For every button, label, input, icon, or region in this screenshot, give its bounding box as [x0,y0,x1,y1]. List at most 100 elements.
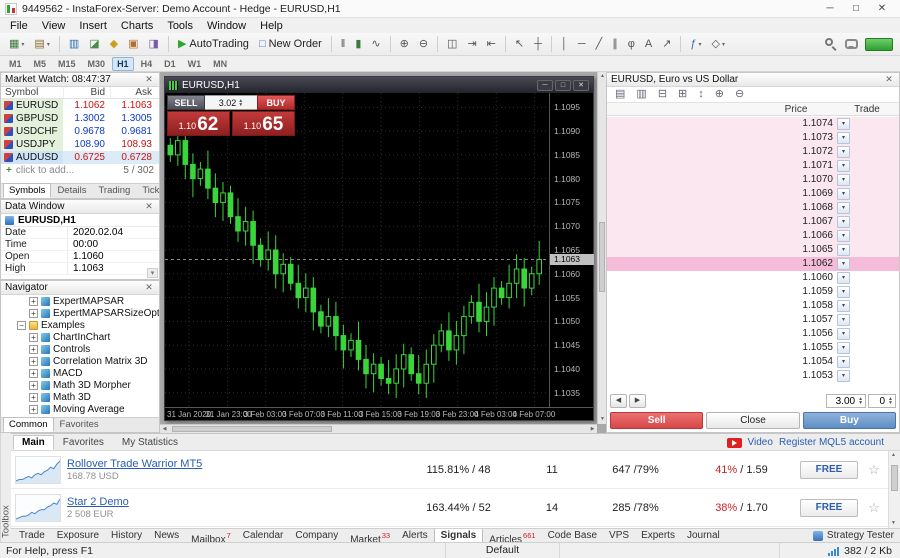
expand-icon[interactable]: + [29,345,38,354]
column-header-price[interactable]: Price [757,103,835,116]
menu-help[interactable]: Help [253,20,290,32]
spinner-down-icon[interactable]: ▼ [238,103,243,107]
profiles-button[interactable]: ▤▾ [30,35,53,54]
navigator-item-correlation-matrix-3d[interactable]: +Correlation Matrix 3D [1,355,159,367]
trade-dropdown-icon[interactable]: ▾ [837,272,850,284]
strategy-tester-button[interactable]: ◨ [145,35,163,54]
trade-dropdown-icon[interactable]: ▾ [837,356,850,368]
status-profile[interactable]: Default [445,543,560,558]
strategy-tester-button[interactable]: Strategy Tester [813,530,900,541]
signal-row[interactable]: Star 2 Demo2 508 EUR163.44% / 5214285 /7… [11,489,888,527]
tab-trading[interactable]: Trading [92,183,136,198]
trade-dropdown-icon[interactable]: ▾ [837,300,850,312]
tab-my-statistics[interactable]: My Statistics [113,435,187,450]
mdi-vertical-scrollbar[interactable]: ▲ ▼ [597,72,606,424]
tab-common[interactable]: Common [3,417,54,432]
buy-button[interactable]: BUY [257,95,295,110]
trade-dropdown-icon[interactable]: ▾ [837,328,850,340]
depth-row[interactable]: 1.1059▾ [607,285,899,299]
navigator-item-examples[interactable]: −Examples [1,319,159,331]
scrollbar-thumb[interactable] [599,222,605,292]
bottom-tab-journal[interactable]: Journal [681,529,726,543]
signal-name-link[interactable]: Rollover Trade Warrior MT5 [67,458,202,470]
depth-row[interactable]: 1.1065▾ [607,243,899,257]
free-button[interactable]: FREE [800,499,858,517]
expand-icon[interactable]: + [29,297,38,306]
timeframe-m1-button[interactable]: M1 [4,57,27,71]
dom-depth-mode-button[interactable]: ▤ [611,88,629,102]
expand-icon[interactable]: + [29,309,38,318]
timeframe-d1-button[interactable]: D1 [159,57,181,71]
line-chart-button[interactable]: ∿ [367,35,384,54]
depth-row[interactable]: 1.1069▾ [607,187,899,201]
bottom-tab-calendar[interactable]: Calendar [237,529,290,543]
market-watch-button[interactable]: ▥ [65,35,83,54]
close-button[interactable]: ✕ [869,0,895,18]
expand-icon[interactable]: + [29,381,38,390]
depth-buy-button[interactable]: Buy [803,412,896,429]
trade-dropdown-icon[interactable]: ▾ [837,314,850,326]
volume-spinner[interactable]: ▲▼ [858,397,863,405]
bottom-tab-mailbox[interactable]: Mailbox7 [185,529,237,543]
close-icon[interactable]: ✕ [143,282,155,293]
depth-deviation-field[interactable]: 0 ▲▼ [868,394,896,408]
candlestick-chart[interactable] [165,93,549,407]
bottom-tab-history[interactable]: History [105,529,148,543]
trade-dropdown-icon[interactable]: ▾ [837,188,850,200]
bottom-tab-exposure[interactable]: Exposure [51,529,105,543]
menu-insert[interactable]: Insert [72,20,114,32]
depth-sell-button[interactable]: Sell [610,412,703,429]
depth-prev-button[interactable]: ◀ [610,394,627,408]
depth-close-button[interactable]: Close [706,412,799,429]
chat-icon[interactable] [845,39,858,49]
cursor-button[interactable]: ↖ [511,35,528,54]
scroll-up-icon[interactable]: ▲ [889,451,898,460]
menu-charts[interactable]: Charts [114,20,160,32]
autotrading-button[interactable]: ▶AutoTrading [174,35,253,54]
expand-icon[interactable]: + [29,369,38,378]
depth-row[interactable]: 1.1058▾ [607,299,899,313]
free-button[interactable]: FREE [800,461,858,479]
volume-field[interactable]: 3.02 ▲▼ [205,95,257,110]
bottom-tab-code-base[interactable]: Code Base [542,529,603,543]
chart-close-button[interactable]: ✕ [573,80,589,91]
menu-window[interactable]: Window [200,20,253,32]
sell-price-button[interactable]: 1.10 62 [167,111,230,136]
bar-chart-button[interactable]: ‖ [337,35,350,54]
new-order-button[interactable]: □New Order [255,35,326,54]
depth-volume-field[interactable]: 3.00 ▲▼ [826,394,866,408]
tab-favorites[interactable]: Favorites [54,435,113,450]
market-watch-row[interactable]: EURUSD1.10621.1063 [1,99,159,112]
trade-dropdown-icon[interactable]: ▾ [837,216,850,228]
buy-price-button[interactable]: 1.10 65 [232,111,295,136]
scroll-down-icon[interactable]: ▼ [889,519,898,528]
collapse-icon[interactable]: − [17,321,26,330]
navigator-item-moving-average[interactable]: +Moving Average [1,403,159,415]
depth-row[interactable]: 1.1057▾ [607,313,899,327]
column-header-bid[interactable]: Bid [63,87,110,98]
timeframe-m5-button[interactable]: M5 [29,57,52,71]
chart-restore-button[interactable]: □ [555,80,571,91]
spinner-down-icon[interactable]: ▼ [858,401,863,405]
trend-line-button[interactable]: ╱ [592,35,607,54]
chart-shift-button[interactable]: ⇤ [483,35,500,54]
trade-dropdown-icon[interactable]: ▾ [837,230,850,242]
dom-center-button[interactable]: ↕ [694,88,708,102]
market-watch-row[interactable]: GBPUSD1.30021.3005 [1,112,159,125]
signals-scrollbar[interactable]: ▲ ▼ [888,451,900,528]
dom-expand-button[interactable]: ⊞ [674,88,691,102]
tab-main[interactable]: Main [13,435,54,450]
data-window-button[interactable]: ◪ [85,35,103,54]
trade-dropdown-icon[interactable]: ▾ [837,258,850,270]
sell-button[interactable]: SELL [167,95,205,110]
bottom-tab-alerts[interactable]: Alerts [396,529,434,543]
navigator-item-math-3d-morpher[interactable]: +Math 3D Morpher [1,379,159,391]
expand-icon[interactable]: + [29,357,38,366]
market-watch-row[interactable]: AUDUSD0.67250.6728 [1,151,159,164]
depth-row[interactable]: 1.1056▾ [607,327,899,341]
depth-next-button[interactable]: ▶ [629,394,646,408]
timeframe-h4-button[interactable]: H4 [136,57,158,71]
zoom-out-button[interactable]: ⊖ [415,35,432,54]
timeframe-m30-button[interactable]: M30 [83,57,111,71]
price-axis[interactable]: 1.10951.10901.10851.10801.10751.10701.10… [549,93,593,407]
